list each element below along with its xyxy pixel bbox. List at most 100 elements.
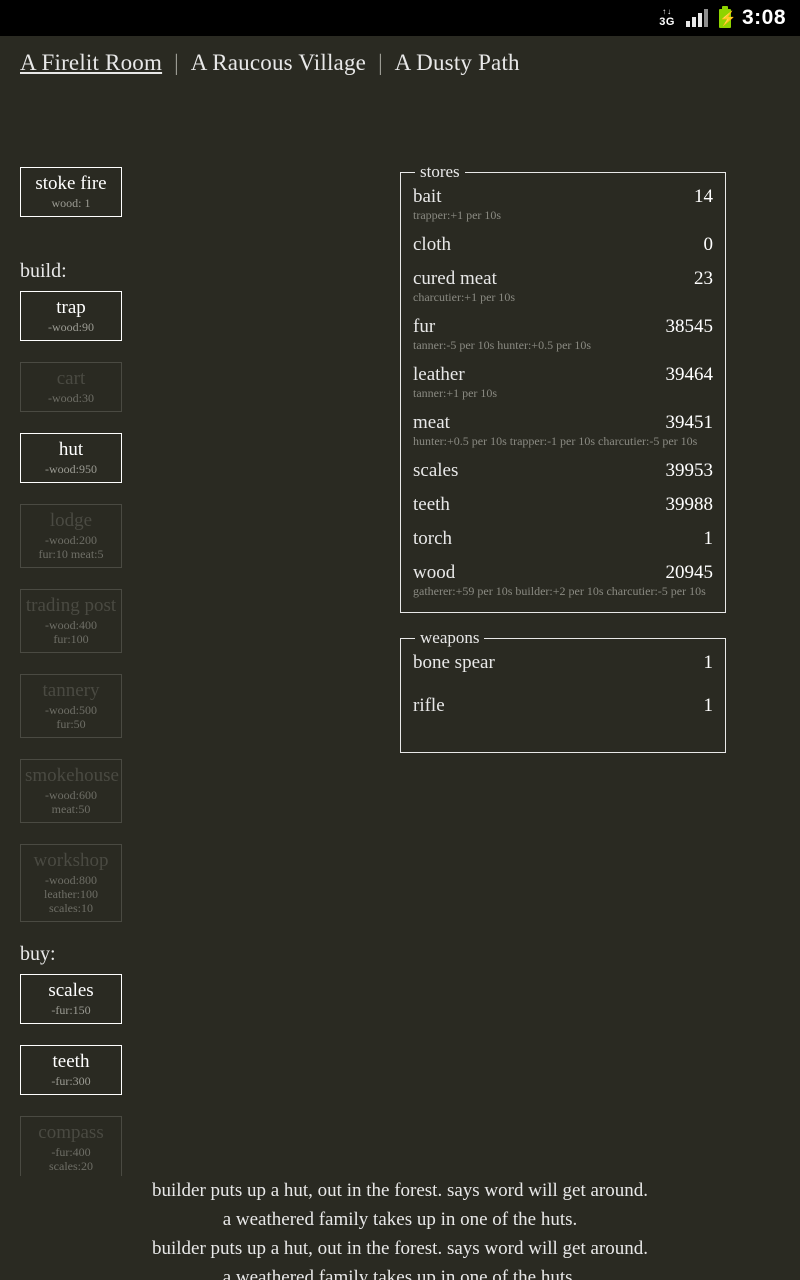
resource-name: leather <box>413 364 465 385</box>
resource-name: cloth <box>413 234 451 255</box>
buy-button-scales[interactable]: scales -fur:150 <box>20 974 122 1024</box>
resource-rate-note: tanner:-5 per 10s hunter:+0.5 per 10s <box>413 338 592 352</box>
resource-row: leather 39464 tanner:+1 per 10s <box>413 364 713 400</box>
resource-name: wood <box>413 562 456 583</box>
resource-name: bait <box>413 186 442 207</box>
button-label: compass <box>38 1122 104 1143</box>
button-label: scales <box>48 980 94 1001</box>
resource-name: cured meat <box>413 268 497 289</box>
resource-value: 39451 <box>665 412 714 433</box>
log-message: a weathered family takes up in one of th… <box>222 1209 578 1230</box>
button-cost: -wood:500 fur:50 <box>45 703 97 731</box>
button-cost: -wood:600 meat:50 <box>45 788 97 816</box>
tab-raucous-village[interactable]: A Raucous Village <box>189 50 368 76</box>
resource-value: 0 <box>703 234 714 255</box>
resource-value: 1 <box>703 528 714 549</box>
lightning-bolt-icon: ⚡ <box>718 9 737 26</box>
button-cost: -wood:950 <box>45 462 97 476</box>
button-label: trap <box>56 297 86 318</box>
weapons-title: weapons <box>420 628 480 647</box>
resource-panels: stores bait 14 trapper:+1 per 10s cloth 0 cur… <box>400 162 726 768</box>
resource-row: scales 39953 <box>413 460 713 482</box>
resource-name: meat <box>413 412 450 433</box>
resource-name: scales <box>413 460 459 481</box>
resource-value: 39464 <box>665 364 714 385</box>
resource-value: 39953 <box>665 460 714 481</box>
resource-value: 20945 <box>665 562 714 583</box>
resource-row: torch 1 <box>413 528 713 550</box>
build-button-cart: cart -wood:30 <box>20 362 122 412</box>
resource-rate-note: trapper:+1 per 10s <box>413 208 502 222</box>
stores-title: stores <box>420 162 460 181</box>
build-button-trap[interactable]: trap -wood:90 <box>20 291 122 341</box>
button-label: cart <box>56 368 86 389</box>
resource-value: 14 <box>694 186 713 207</box>
button-label: lodge <box>49 510 93 531</box>
button-label: trading post <box>25 595 117 616</box>
resource-value: 1 <box>703 652 714 673</box>
resource-value: 38545 <box>665 316 714 337</box>
buy-button-teeth[interactable]: teeth -fur:300 <box>20 1045 122 1095</box>
buy-button-list: scales -fur:150 teeth -fur:300 compass -fur:4… <box>20 974 320 1194</box>
resource-row: cured meat 23 charcutier:+1 per 10s <box>413 268 713 304</box>
button-cost: -fur:300 <box>51 1074 91 1088</box>
resource-rate-note: charcutier:+1 per 10s <box>413 290 516 304</box>
stoke-fire-button[interactable]: stoke fire wood: 1 <box>20 167 122 217</box>
resource-name: bone spear <box>413 652 495 673</box>
resource-rate-note: tanner:+1 per 10s <box>413 386 498 400</box>
button-cost: -wood:90 <box>48 320 94 334</box>
battery-charging-icon: ⚡ <box>718 5 737 28</box>
network-label: 3G <box>659 16 675 28</box>
resource-rate-note: gatherer:+59 per 10s builder:+2 per 10s … <box>413 584 706 598</box>
resource-name: rifle <box>413 695 445 716</box>
resource-name: teeth <box>413 494 450 515</box>
nav-separator: | <box>174 50 179 75</box>
signal-strength-icon <box>685 9 708 27</box>
button-label: workshop <box>33 850 109 871</box>
resource-row: meat 39451 hunter:+0.5 per 10s trapper:-1 … <box>413 412 713 448</box>
build-button-trading-post: trading post -wood:400 fur:100 <box>20 589 122 653</box>
build-button-lodge: lodge -wood:200 fur:10 meat:5 <box>20 504 122 568</box>
build-section-label: build: <box>20 260 67 282</box>
log-message: builder puts up a hut, out in the forest… <box>151 1180 649 1201</box>
resource-value: 23 <box>694 268 713 289</box>
build-button-tannery: tannery -wood:500 fur:50 <box>20 674 122 738</box>
button-label: hut <box>58 439 84 460</box>
build-button-list: trap -wood:90 cart -wood:30 hut -wood:950 lodg… <box>20 291 320 922</box>
tab-dusty-path[interactable]: A Dusty Path <box>393 50 522 76</box>
build-button-hut[interactable]: hut -wood:950 <box>20 433 122 483</box>
build-button-workshop: workshop -wood:800 leather:100 scales:10 <box>20 844 122 922</box>
button-label: tannery <box>42 680 100 701</box>
location-nav: A Firelit Room | A Raucous Village | A D… <box>0 36 800 76</box>
resource-name: fur <box>413 316 436 337</box>
build-button-smokehouse: smokehouse -wood:600 meat:50 <box>20 759 122 823</box>
resource-row: wood 20945 gatherer:+59 per 10s builder:+2… <box>413 562 713 598</box>
button-label: teeth <box>52 1051 90 1072</box>
resource-row: teeth 39988 <box>413 494 713 516</box>
button-cost: -wood:200 fur:10 meat:5 <box>38 533 104 561</box>
button-cost: wood: 1 <box>51 196 91 210</box>
android-status-bar: ↑↓ 3G ⚡ 3:08 <box>0 0 800 36</box>
resource-row: bone spear 1 <box>413 652 713 674</box>
button-label: smokehouse <box>25 765 119 786</box>
button-cost: -wood:30 <box>48 391 94 405</box>
stores-panel: stores bait 14 trapper:+1 per 10s cloth 0 cur… <box>400 162 726 613</box>
resource-name: torch <box>413 528 453 549</box>
button-cost: -wood:800 leather:100 scales:10 <box>44 873 98 915</box>
resource-row: cloth 0 <box>413 234 713 256</box>
log-message: builder puts up a hut, out in the forest… <box>151 1238 649 1259</box>
event-log: builder puts up a hut, out in the forest… <box>0 1176 800 1280</box>
resource-row: fur 38545 tanner:-5 per 10s hunter:+0.5 pe… <box>413 316 713 352</box>
game-page: A Firelit Room | A Raucous Village | A D… <box>0 36 800 1280</box>
weapons-panel: weapons bone spear 1 rifle 1 <box>400 628 726 753</box>
resource-rate-note: hunter:+0.5 per 10s trapper:-1 per 10s c… <box>413 434 698 448</box>
network-3g-icon: ↑↓ 3G <box>659 8 675 28</box>
resource-row: rifle 1 <box>413 695 713 717</box>
buy-section-label: buy: <box>20 943 56 965</box>
tab-firelit-room[interactable]: A Firelit Room <box>18 50 164 76</box>
nav-separator: | <box>378 50 383 75</box>
clock-time: 3:08 <box>741 6 786 29</box>
resource-value: 1 <box>703 695 714 716</box>
button-label: stoke fire <box>35 173 107 194</box>
log-message: a weathered family takes up in one of th… <box>222 1267 578 1280</box>
